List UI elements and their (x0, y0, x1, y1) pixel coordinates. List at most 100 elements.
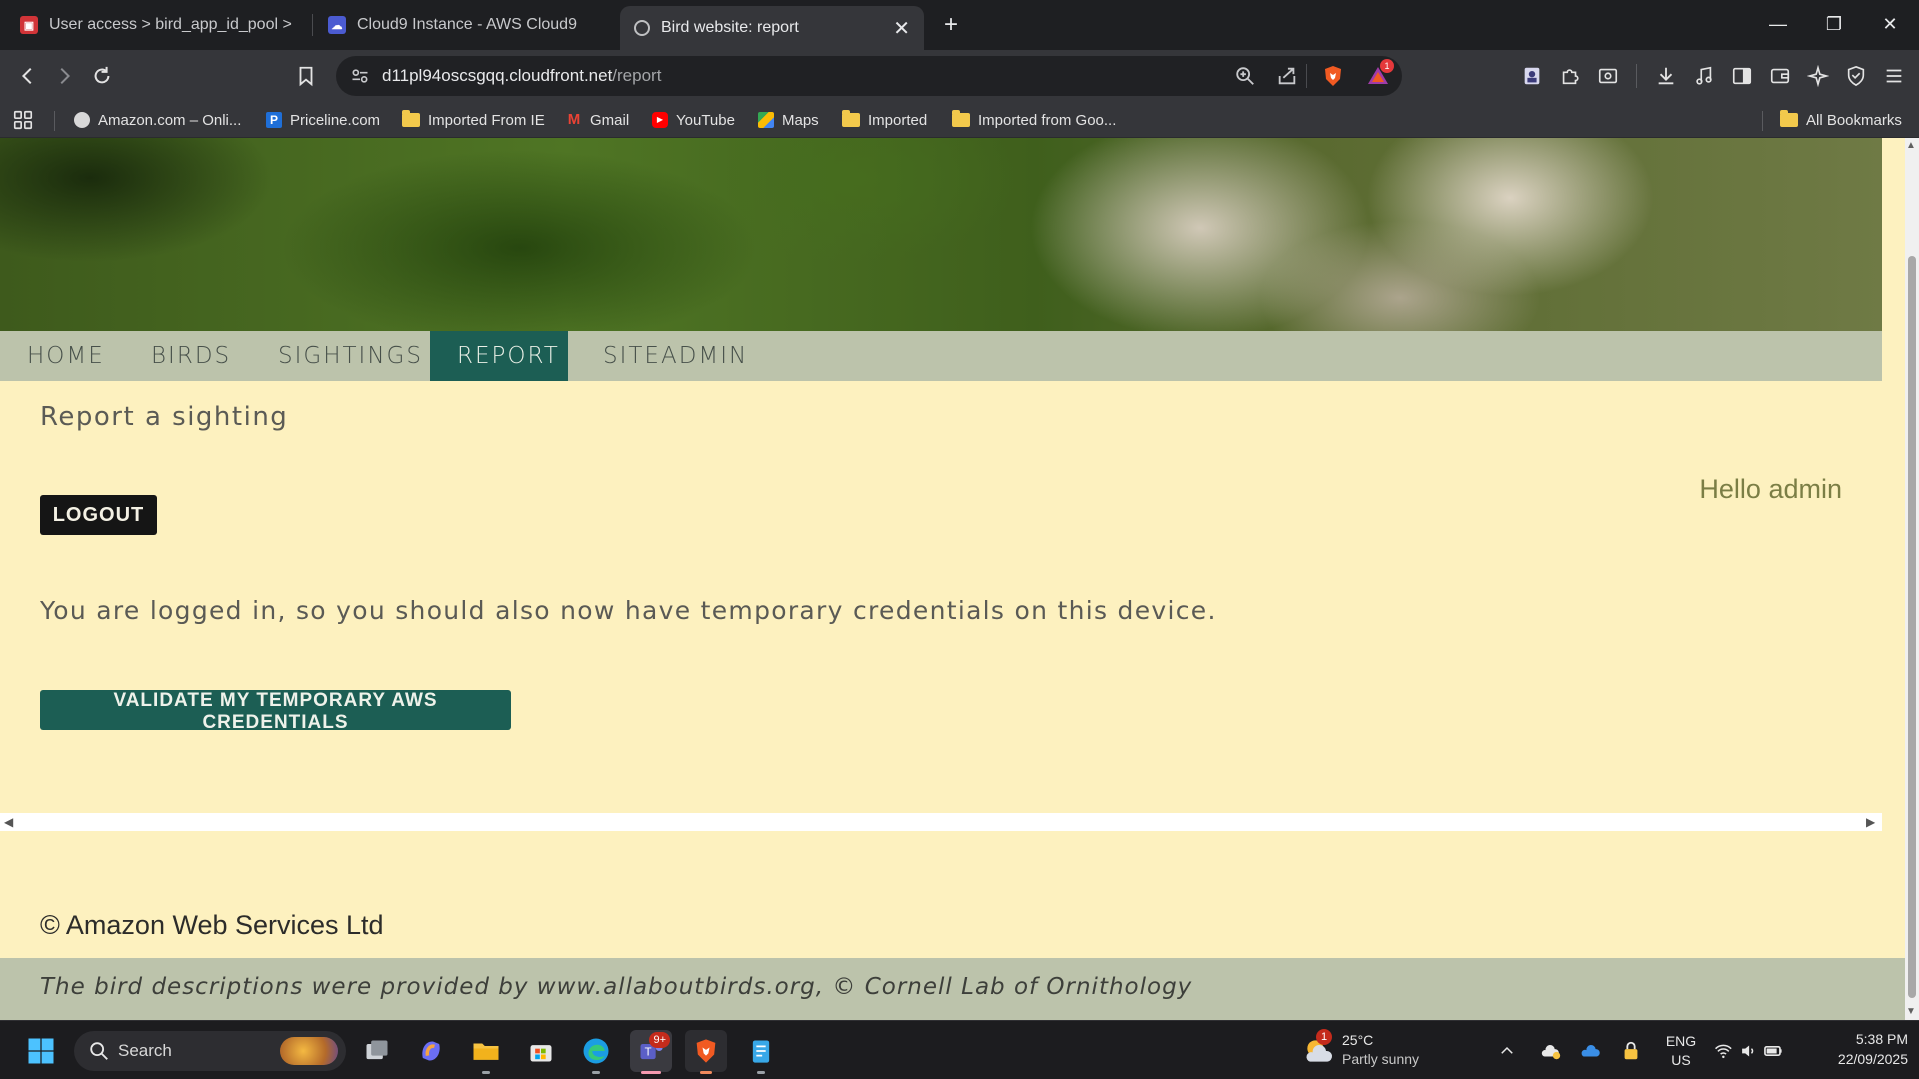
bookmark-gmail[interactable]: M Gmail (566, 109, 629, 131)
amazon-icon (74, 112, 90, 128)
site-settings-icon[interactable] (350, 66, 370, 86)
scroll-right-icon[interactable]: ▶ (1866, 815, 1875, 829)
validate-credentials-button[interactable]: VALIDATE MY TEMPORARY AWS CREDENTIALS (40, 690, 511, 733)
forward-button[interactable] (48, 60, 80, 92)
vpn-shield-button[interactable] (1840, 60, 1872, 92)
close-tab-icon[interactable]: ✕ (879, 16, 910, 41)
tab-bird-website[interactable]: Bird website: report ✕ (620, 6, 924, 50)
copilot-button[interactable] (410, 1030, 452, 1072)
url-text[interactable]: d11pl94oscsgqq.cloudfront.net/report (382, 66, 661, 86)
teams-button[interactable]: T 9+ (630, 1030, 672, 1074)
brave-shields-icon[interactable] (1321, 64, 1345, 88)
apps-button[interactable] (12, 109, 34, 131)
all-bookmarks-button[interactable]: All Bookmarks (1780, 109, 1902, 131)
share-icon[interactable] (1276, 65, 1298, 87)
weather-widget[interactable]: 1 25°C Partly sunny (1302, 1029, 1432, 1071)
notepad-button[interactable] (740, 1030, 782, 1074)
arrow-left-icon (21, 67, 32, 85)
bookmark-imported-from-google[interactable]: Imported from Goo... (952, 109, 1116, 131)
downloads-button[interactable] (1650, 60, 1682, 92)
site-frame: HOME BIRDS SIGHTINGS REPORT SITEADMIN Re… (0, 138, 1882, 813)
file-explorer-button[interactable] (465, 1030, 507, 1074)
download-icon (1658, 67, 1674, 85)
tab-cognito[interactable]: ▣ User access > bird_app_id_pool > Ide (6, 6, 306, 44)
bookmark-imported[interactable]: Imported (842, 109, 927, 131)
address-bar[interactable]: d11pl94oscsgqq.cloudfront.net/report 1 (336, 56, 1402, 96)
leo-ai-button[interactable] (1802, 60, 1834, 92)
extension-vpn-button[interactable] (1516, 60, 1548, 92)
clock-time[interactable]: 5:38 PM (1808, 1031, 1908, 1047)
frame-horizontal-scrollbar[interactable]: ◀ ▶ (0, 813, 1882, 831)
logout-button[interactable]: LOGOUT (40, 495, 157, 535)
search-highlight-icon (280, 1037, 338, 1065)
search-icon (90, 1042, 108, 1060)
sparkle-icon (1807, 65, 1829, 87)
weather-temp: 25°C (1342, 1032, 1374, 1048)
page-viewport: HOME BIRDS SIGHTINGS REPORT SITEADMIN Re… (0, 138, 1919, 1020)
edge-button[interactable] (575, 1030, 617, 1074)
reload-button[interactable] (86, 60, 118, 92)
start-button[interactable] (20, 1030, 62, 1072)
zoom-icon[interactable] (1234, 65, 1256, 87)
onedrive-button[interactable] (1576, 1030, 1606, 1072)
page-vertical-scrollbar[interactable]: ▲ ▼ (1905, 138, 1919, 1020)
nav-home[interactable]: HOME (0, 331, 132, 381)
task-view-button[interactable] (356, 1030, 398, 1072)
url-host: d11pl94oscsgqq.cloudfront.net (382, 66, 613, 85)
scroll-left-icon[interactable]: ◀ (4, 815, 13, 829)
nav-report[interactable]: REPORT (430, 331, 568, 381)
reader-mode-button[interactable] (1592, 60, 1624, 92)
priceline-icon: P (266, 112, 282, 128)
folder-icon (1780, 110, 1798, 127)
scrollbar-thumb[interactable] (1908, 256, 1916, 998)
wallet-button[interactable] (1764, 60, 1796, 92)
onedrive-status-button[interactable] (1536, 1030, 1566, 1072)
restore-button[interactable]: ❐ (1810, 8, 1858, 40)
puzzle-icon (1562, 69, 1579, 85)
battery-icon (1764, 1046, 1783, 1056)
svg-text:T: T (644, 1047, 652, 1059)
security-button[interactable] (1616, 1030, 1646, 1072)
volume-icon (1741, 1045, 1753, 1057)
minimize-button[interactable]: — (1754, 8, 1802, 40)
show-hidden-icons-button[interactable] (1492, 1030, 1522, 1072)
bookmarks-divider-right (1762, 111, 1763, 131)
bookmark-amazon[interactable]: Amazon.com – Onli... (74, 109, 241, 131)
window-close-button[interactable]: ✕ (1866, 8, 1914, 40)
site-nav: HOME BIRDS SIGHTINGS REPORT SITEADMIN (0, 331, 1882, 381)
tab-divider (312, 14, 313, 36)
page-title: Report a sighting (40, 402, 289, 432)
rewards-badge: 1 (1380, 59, 1394, 73)
attribution-text: The bird descriptions were provided by w… (40, 974, 1193, 1000)
back-button[interactable] (12, 60, 44, 92)
language-line-1[interactable]: ENG (1662, 1033, 1700, 1049)
clock-date[interactable]: 22/09/2025 (1808, 1051, 1908, 1067)
brave-taskbar-button[interactable] (685, 1030, 727, 1074)
omnibox-divider (1306, 64, 1307, 88)
bookmark-imported-from-ie[interactable]: Imported From IE (402, 109, 545, 131)
media-button[interactable] (1688, 60, 1720, 92)
network-volume-battery[interactable] (1714, 1039, 1784, 1063)
microsoft-store-button[interactable] (520, 1030, 562, 1072)
page-scroll-down-icon[interactable]: ▼ (1906, 1006, 1916, 1017)
nav-birds[interactable]: BIRDS (124, 331, 258, 381)
nav-sightings[interactable]: SIGHTINGS (251, 331, 450, 381)
sidebar-button[interactable] (1726, 60, 1758, 92)
new-tab-button[interactable]: + (936, 10, 966, 40)
tab-cloud9[interactable]: ☁ Cloud9 Instance - AWS Cloud9 (314, 6, 614, 44)
language-line-2[interactable]: US (1662, 1052, 1700, 1068)
sidebar-icon (1732, 67, 1752, 85)
taskbar-search[interactable]: Search (74, 1031, 346, 1071)
nav-siteadmin[interactable]: SITEADMIN (576, 331, 775, 381)
brave-rewards-icon[interactable]: 1 (1366, 59, 1394, 88)
page-scroll-up-icon[interactable]: ▲ (1906, 140, 1916, 151)
bookmark-priceline[interactable]: P Priceline.com (266, 109, 380, 131)
greeting-text: Hello admin (1699, 474, 1842, 504)
bookmark-maps[interactable]: Maps (758, 109, 819, 131)
bookmark-page-button[interactable] (290, 60, 322, 92)
extensions-button[interactable] (1554, 60, 1586, 92)
browser-toolbar: d11pl94oscsgqq.cloudfront.net/report 1 (0, 50, 1919, 102)
bookmark-youtube[interactable]: ▶ YouTube (652, 109, 735, 131)
running-indicator (482, 1071, 490, 1074)
menu-button[interactable] (1878, 60, 1910, 92)
